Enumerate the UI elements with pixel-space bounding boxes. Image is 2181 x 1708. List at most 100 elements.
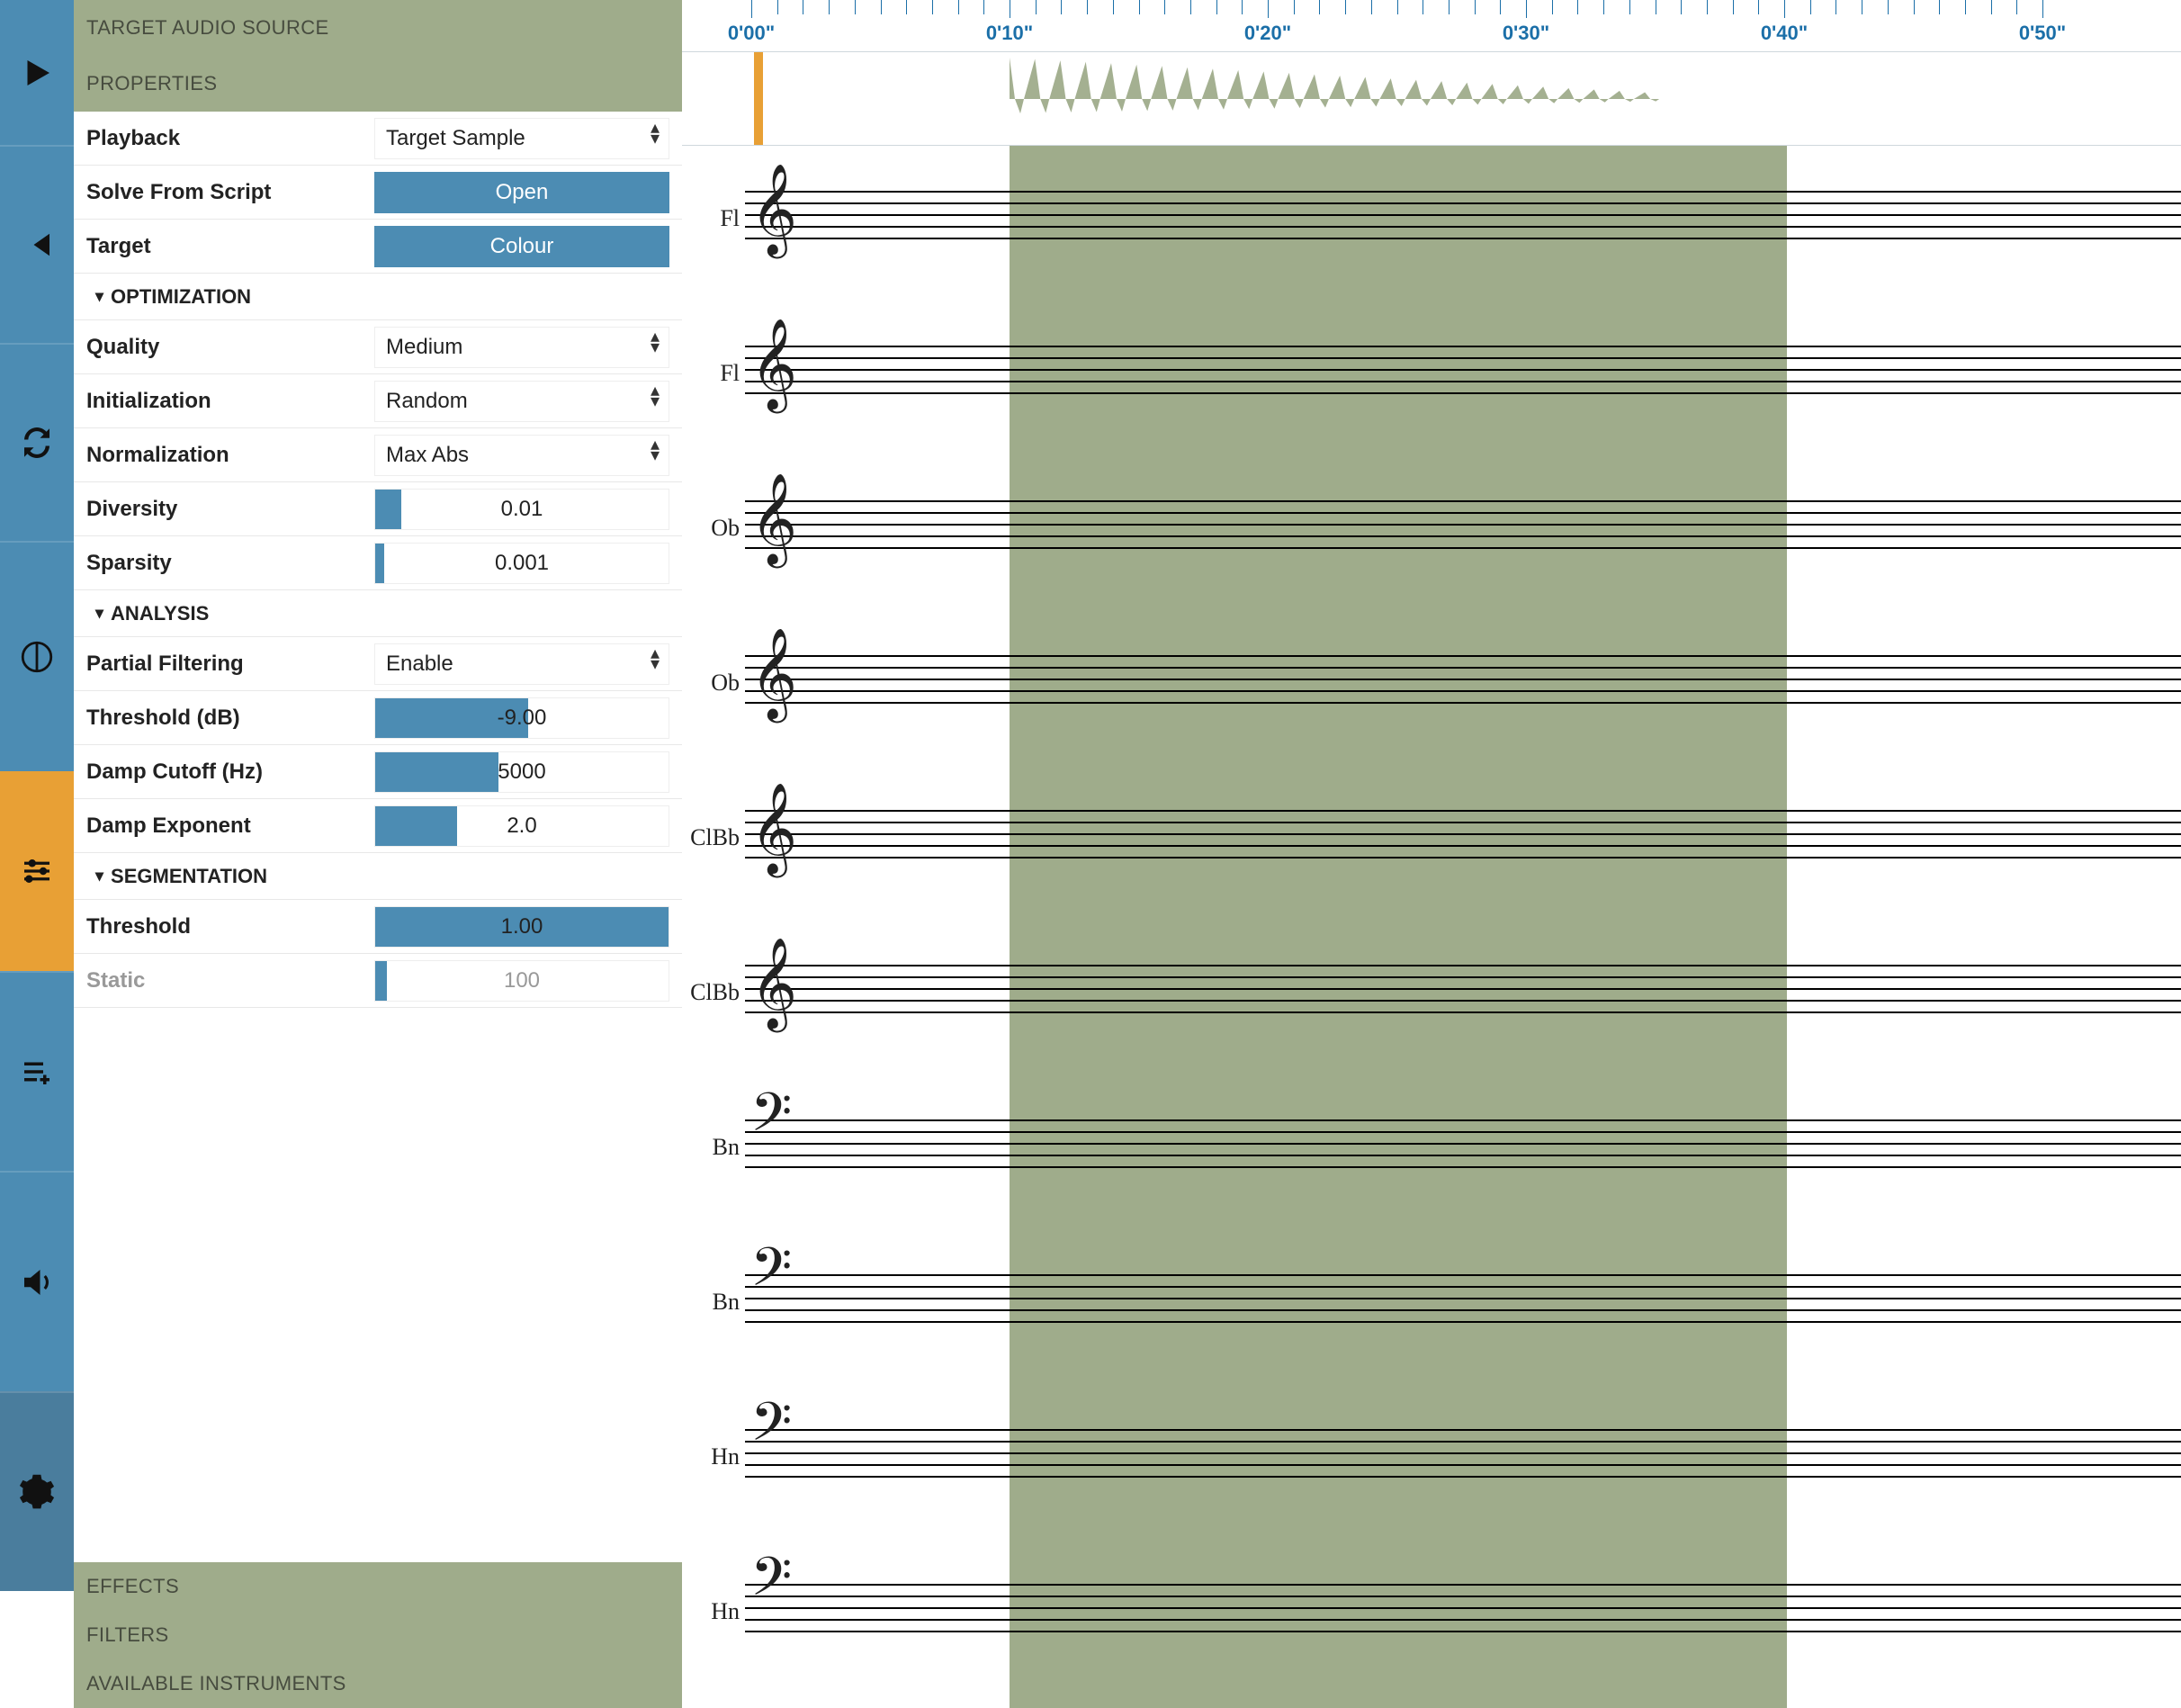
skip-back-icon — [18, 226, 56, 264]
staff-label: ClBb — [682, 824, 740, 851]
row-sparsity: Sparsity 0.001 — [74, 536, 682, 590]
row-threshold-db: Threshold (dB) -9.00 — [74, 691, 682, 745]
label-partial-filtering: Partial Filtering — [86, 652, 374, 677]
staff-label: Fl — [682, 205, 740, 232]
ruler-label: 0'40" — [1761, 22, 1808, 45]
slider-sparsity[interactable]: 0.001 — [374, 543, 669, 584]
bass-clef-icon: 𝄢 — [750, 1087, 792, 1152]
staff-label: Bn — [682, 1134, 740, 1161]
row-quality: Quality Medium▴▾ — [74, 320, 682, 374]
chevron-down-icon: ▾ — [95, 287, 103, 306]
staff-bn-7[interactable]: Bn𝄢 — [682, 1274, 2181, 1328]
staff-fl-1[interactable]: Fl𝄞 — [682, 346, 2181, 400]
row-damp-cutoff: Damp Cutoff (Hz) 5000 — [74, 745, 682, 799]
ruler-label: 0'50" — [2019, 22, 2066, 45]
staff-label: Ob — [682, 670, 740, 697]
open-button[interactable]: Open — [374, 172, 669, 213]
loop-button[interactable] — [0, 343, 74, 541]
slider-seg-threshold[interactable]: 1.00 — [374, 906, 669, 948]
bass-clef-icon: 𝄢 — [750, 1397, 792, 1461]
add-list-button[interactable] — [0, 971, 74, 1171]
header-filters[interactable]: FILTERS — [74, 1611, 682, 1659]
row-diversity: Diversity 0.01 — [74, 482, 682, 536]
label-sparsity: Sparsity — [86, 551, 374, 576]
timeline-ruler[interactable]: 0'00"0'10"0'20"0'30"0'40"0'50" — [682, 0, 2181, 52]
row-solve-from-script: Solve From Script Open — [74, 166, 682, 220]
section-analysis[interactable]: ▾ANALYSIS — [74, 590, 682, 637]
slider-damp-cutoff[interactable]: 5000 — [374, 751, 669, 793]
bass-clef-icon: 𝄢 — [750, 1242, 792, 1307]
speaker-button[interactable] — [0, 1171, 74, 1391]
treble-clef-icon: 𝄞 — [750, 481, 797, 560]
label-quality: Quality — [86, 335, 374, 360]
spinner-icon: ▴▾ — [651, 331, 660, 353]
waveform-strip[interactable] — [682, 52, 2181, 146]
panel-spacer — [74, 1008, 682, 1562]
score-body[interactable]: Fl𝄞Fl𝄞Ob𝄞Ob𝄞ClBb𝄞ClBb𝄞Bn𝄢Bn𝄢Hn𝄢Hn𝄢 — [682, 146, 2181, 1708]
slider-seg-static: 100 — [374, 960, 669, 1002]
meridian-button[interactable] — [0, 541, 74, 771]
label-target: Target — [86, 234, 374, 259]
slider-diversity[interactable]: 0.01 — [374, 489, 669, 530]
chevron-down-icon: ▾ — [95, 867, 103, 885]
sliders-icon — [18, 852, 56, 890]
treble-clef-icon: 𝄞 — [750, 790, 797, 869]
header-available-instruments[interactable]: AVAILABLE INSTRUMENTS — [74, 1659, 682, 1708]
header-properties: PROPERTIES — [74, 56, 682, 112]
dropdown-normalization[interactable]: Max Abs▴▾ — [374, 435, 669, 476]
staff-hn-9[interactable]: Hn𝄢 — [682, 1584, 2181, 1638]
chevron-down-icon: ▾ — [95, 604, 103, 623]
staff-label: Hn — [682, 1443, 740, 1470]
sliders-button[interactable] — [0, 771, 74, 971]
slider-threshold-db[interactable]: -9.00 — [374, 697, 669, 739]
section-optimization[interactable]: ▾OPTIMIZATION — [74, 274, 682, 320]
dropdown-partial-filtering[interactable]: Enable▴▾ — [374, 643, 669, 685]
spinner-icon: ▴▾ — [651, 122, 660, 144]
staff-ob-3[interactable]: Ob𝄞 — [682, 655, 2181, 709]
staff-bn-6[interactable]: Bn𝄢 — [682, 1119, 2181, 1173]
dropdown-quality[interactable]: Medium▴▾ — [374, 327, 669, 368]
staff-clbb-4[interactable]: ClBb𝄞 — [682, 810, 2181, 864]
staff-hn-8[interactable]: Hn𝄢 — [682, 1429, 2181, 1483]
label-threshold-db: Threshold (dB) — [86, 706, 374, 731]
label-damp-cutoff: Damp Cutoff (Hz) — [86, 760, 374, 785]
staff-label: Fl — [682, 360, 740, 387]
ruler-label: 0'00" — [728, 22, 775, 45]
staff-ob-2[interactable]: Ob𝄞 — [682, 500, 2181, 554]
colour-button[interactable]: Colour — [374, 226, 669, 267]
meridian-icon — [18, 638, 56, 676]
slider-damp-exponent[interactable]: 2.0 — [374, 805, 669, 847]
staff-clbb-5[interactable]: ClBb𝄞 — [682, 965, 2181, 1019]
playhead[interactable] — [754, 52, 763, 145]
play-button[interactable] — [0, 0, 74, 145]
speaker-icon — [18, 1263, 56, 1301]
dropdown-playback[interactable]: Target Sample ▴▾ — [374, 118, 669, 159]
treble-clef-icon: 𝄞 — [750, 635, 797, 715]
header-effects[interactable]: EFFECTS — [74, 1562, 682, 1611]
score-area: 0'00"0'10"0'20"0'30"0'40"0'50" Fl𝄞Fl𝄞Ob𝄞… — [682, 0, 2181, 1708]
section-segmentation[interactable]: ▾SEGMENTATION — [74, 853, 682, 900]
dropdown-initialization[interactable]: Random▴▾ — [374, 381, 669, 422]
staff-label: Bn — [682, 1289, 740, 1316]
tool-rail — [0, 0, 74, 1708]
ruler-label: 0'20" — [1244, 22, 1291, 45]
spinner-icon: ▴▾ — [651, 385, 660, 407]
bass-clef-icon: 𝄢 — [750, 1551, 792, 1616]
treble-clef-icon: 𝄞 — [750, 945, 797, 1024]
settings-button[interactable] — [0, 1391, 74, 1591]
staff-fl-0[interactable]: Fl𝄞 — [682, 191, 2181, 245]
gear-icon — [18, 1473, 56, 1511]
spinner-icon: ▴▾ — [651, 648, 660, 670]
label-initialization: Initialization — [86, 389, 374, 414]
label-solve-script: Solve From Script — [86, 180, 374, 205]
staves: Fl𝄞Fl𝄞Ob𝄞Ob𝄞ClBb𝄞ClBb𝄞Bn𝄢Bn𝄢Hn𝄢Hn𝄢 — [682, 146, 2181, 1708]
row-initialization: Initialization Random▴▾ — [74, 374, 682, 428]
row-seg-static: Static 100 — [74, 954, 682, 1008]
label-playback: Playback — [86, 126, 374, 151]
rewind-button[interactable] — [0, 145, 74, 343]
header-target-audio: TARGET AUDIO SOURCE — [74, 0, 682, 56]
label-damp-exponent: Damp Exponent — [86, 814, 374, 839]
ruler-label: 0'10" — [986, 22, 1033, 45]
dropdown-playback-value: Target Sample — [386, 126, 525, 151]
row-partial-filtering: Partial Filtering Enable▴▾ — [74, 637, 682, 691]
